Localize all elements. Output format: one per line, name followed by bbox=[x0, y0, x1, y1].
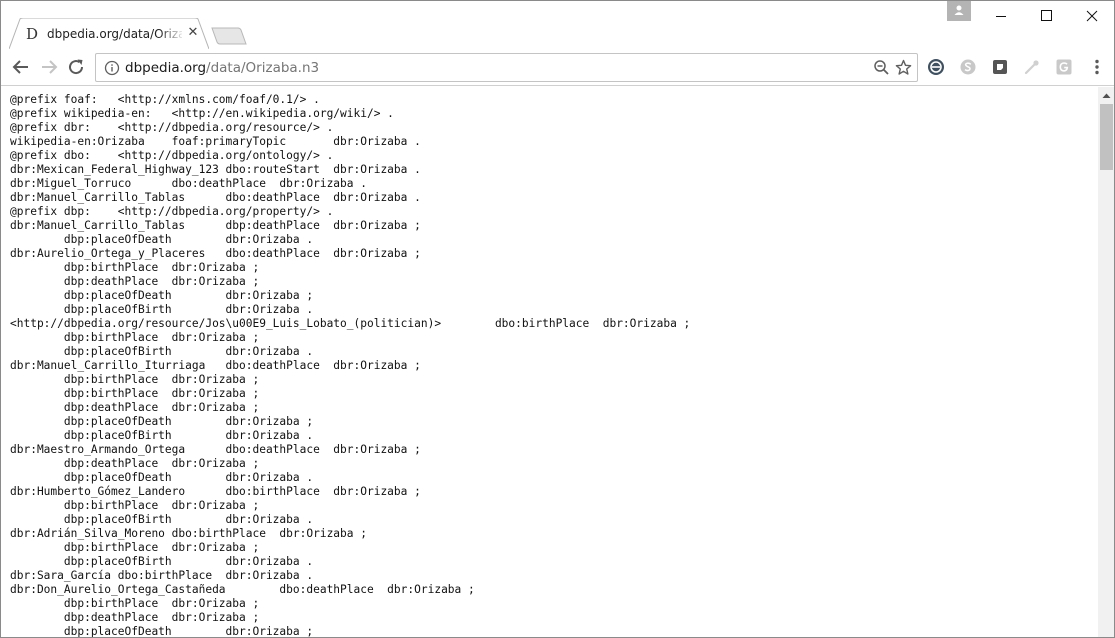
document-line: dbp:birthPlace dbr:Orizaba ; bbox=[10, 499, 260, 512]
document-line: dbp:birthPlace dbr:Orizaba ; bbox=[10, 261, 260, 274]
document-line: dbr:Adrián_Silva_Moreno dbo:birthPlace d… bbox=[10, 527, 367, 540]
chrome-menu-button[interactable] bbox=[1087, 57, 1107, 77]
document-line: dbr:Manuel_Carrillo_Tablas dbp:deathPlac… bbox=[10, 219, 421, 232]
g-extension-button[interactable] bbox=[1054, 57, 1074, 77]
document-line: dbp:deathPlace dbr:Orizaba ; bbox=[10, 401, 260, 414]
document-line: dbp:deathPlace dbr:Orizaba ; bbox=[10, 611, 260, 624]
document-line: dbp:placeOfDeath dbr:Orizaba . bbox=[10, 471, 314, 484]
skype-extension-button[interactable] bbox=[958, 57, 978, 77]
star-icon[interactable] bbox=[895, 59, 912, 76]
g-extension-icon bbox=[1056, 59, 1072, 75]
tab-close-icon[interactable]: ✕ bbox=[186, 26, 200, 40]
address-bar[interactable]: dbpedia.org/data/Orizaba.n3 bbox=[95, 53, 918, 82]
document-line: <http://dbpedia.org/resource/Jos\u00E9_L… bbox=[10, 317, 691, 330]
document-line: @prefix dbo: <http://dbpedia.org/ontolog… bbox=[10, 149, 334, 162]
skype-icon bbox=[960, 59, 976, 75]
note-icon bbox=[993, 60, 1007, 74]
document-line: dbr:Mexican_Federal_Highway_123 dbo:rout… bbox=[10, 163, 421, 176]
document-line: dbp:placeOfBirth dbr:Orizaba . bbox=[10, 429, 314, 442]
arrow-left-icon bbox=[12, 60, 28, 74]
document-line: dbr:Maestro_Armando_Ortega dbo:deathPlac… bbox=[10, 443, 421, 456]
document-line: dbr:Aurelio_Ortega_y_Placeres dbo:deathP… bbox=[10, 247, 421, 260]
dbpedia-favicon-icon: D bbox=[26, 25, 39, 43]
document-line: dbp:deathPlace dbr:Orizaba ; bbox=[10, 275, 260, 288]
document-line: dbr:Manuel_Carrillo_Tablas dbo:deathPlac… bbox=[10, 191, 421, 204]
new-tab-button[interactable] bbox=[211, 27, 247, 45]
document-line: dbp:placeOfDeath dbr:Orizaba ; bbox=[10, 289, 314, 302]
tab-active[interactable]: D dbpedia.org/data/Orizaba.n3 ✕ bbox=[9, 18, 209, 49]
document-line: dbp:birthPlace dbr:Orizaba ; bbox=[10, 373, 260, 386]
back-button[interactable] bbox=[10, 56, 32, 78]
document-line: dbp:placeOfBirth dbr:Orizaba . bbox=[10, 303, 314, 316]
page-content[interactable]: @prefix foaf: <http://xmlns.com/foaf/0.1… bbox=[1, 87, 1098, 638]
minimize-icon bbox=[996, 16, 1006, 17]
reload-button[interactable] bbox=[65, 56, 87, 78]
browser-window: D dbpedia.org/data/Orizaba.n3 ✕ bbox=[0, 0, 1115, 638]
url-text[interactable]: dbpedia.org/data/Orizaba.n3 bbox=[125, 59, 319, 77]
note-extension-button[interactable] bbox=[990, 57, 1010, 77]
maximize-icon bbox=[1041, 10, 1052, 21]
document-line: @prefix wikipedia-en: <http://en.wikiped… bbox=[10, 107, 394, 120]
reload-icon bbox=[69, 59, 84, 75]
document-line: dbr:Sara_García dbo:birthPlace dbr:Oriza… bbox=[10, 569, 314, 582]
document-line: dbp:birthPlace dbr:Orizaba ; bbox=[10, 387, 260, 400]
document-line: @prefix dbp: <http://dbpedia.org/propert… bbox=[10, 205, 334, 218]
url-path: /data/Orizaba.n3 bbox=[206, 60, 320, 76]
info-icon[interactable] bbox=[104, 60, 120, 76]
document-line: dbp:placeOfDeath dbr:Orizaba ; bbox=[10, 415, 314, 428]
document-line: dbp:placeOfDeath dbr:Orizaba ; bbox=[10, 625, 314, 638]
dropper-extension-button[interactable] bbox=[1022, 57, 1042, 77]
forward-button[interactable] bbox=[38, 56, 60, 78]
close-window-button[interactable] bbox=[1069, 1, 1114, 31]
document-line: dbr:Manuel_Carrillo_Iturriaga dbo:deathP… bbox=[10, 359, 421, 372]
document-line: wikipedia-en:Orizaba foaf:primaryTopic d… bbox=[10, 135, 421, 148]
extension-e-button[interactable] bbox=[926, 57, 946, 77]
maximize-button[interactable] bbox=[1023, 1, 1069, 31]
n3-document-text: @prefix foaf: <http://xmlns.com/foaf/0.1… bbox=[10, 93, 691, 638]
extension-e-icon bbox=[928, 59, 944, 75]
document-line: dbp:birthPlace dbr:Orizaba ; bbox=[10, 597, 260, 610]
minimize-button[interactable] bbox=[978, 1, 1024, 31]
document-line: @prefix dbr: <http://dbpedia.org/resourc… bbox=[10, 121, 334, 134]
document-line: dbp:placeOfBirth dbr:Orizaba . bbox=[10, 513, 314, 526]
document-line: dbp:birthPlace dbr:Orizaba ; bbox=[10, 541, 260, 554]
zoom-out-icon[interactable] bbox=[873, 59, 890, 76]
scroll-up-arrow-icon[interactable] bbox=[1098, 87, 1115, 104]
document-line: dbp:placeOfBirth dbr:Orizaba . bbox=[10, 555, 314, 568]
document-line: dbp:birthPlace dbr:Orizaba ; bbox=[10, 331, 260, 344]
document-line: dbr:Don_Aurelio_Ortega_Castañeda dbo:dea… bbox=[10, 583, 475, 596]
scrollbar-thumb[interactable] bbox=[1100, 104, 1113, 170]
document-line: dbr:Miguel_Torruco dbo:deathPlace dbr:Or… bbox=[10, 177, 367, 190]
kebab-menu-icon bbox=[1095, 59, 1099, 75]
arrow-right-icon bbox=[42, 60, 58, 74]
document-line: dbp:placeOfDeath dbr:Orizaba . bbox=[10, 233, 314, 246]
tab-title-fade bbox=[159, 24, 185, 44]
vertical-scrollbar[interactable] bbox=[1098, 87, 1115, 637]
profile-icon bbox=[954, 5, 964, 15]
tab-strip: D dbpedia.org/data/Orizaba.n3 ✕ bbox=[1, 1, 1114, 49]
document-line: dbr:Humberto_Gómez_Landero dbo:birthPlac… bbox=[10, 485, 421, 498]
document-line: dbp:deathPlace dbr:Orizaba ; bbox=[10, 457, 260, 470]
document-line: dbp:placeOfBirth dbr:Orizaba . bbox=[10, 345, 314, 358]
profile-button[interactable] bbox=[947, 1, 971, 21]
close-icon bbox=[1086, 10, 1098, 22]
url-host: dbpedia.org bbox=[125, 60, 207, 76]
document-line: @prefix foaf: <http://xmlns.com/foaf/0.1… bbox=[10, 93, 320, 106]
eyedropper-icon bbox=[1024, 60, 1039, 75]
toolbar: dbpedia.org/data/Orizaba.n3 bbox=[1, 49, 1114, 86]
